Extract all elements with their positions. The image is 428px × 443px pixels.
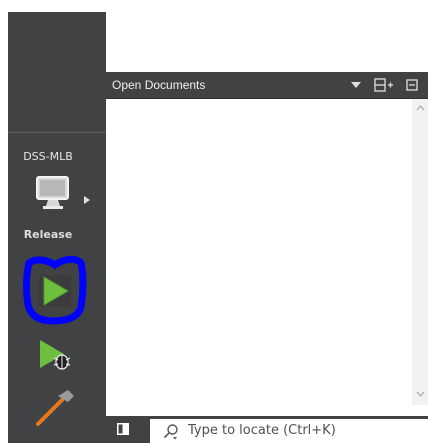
split-view-icon[interactable] xyxy=(374,78,394,92)
build-button[interactable] xyxy=(32,388,78,428)
locator-placeholder: Type to locate (Ctrl+K) xyxy=(188,423,336,438)
build-config-label: Release xyxy=(23,228,73,241)
run-icon xyxy=(23,255,87,325)
hammer-icon xyxy=(36,390,74,426)
debug-button[interactable] xyxy=(36,338,76,376)
bottom-status-bar: Type to locate (Ctrl+K) xyxy=(106,416,428,443)
chevron-right-icon xyxy=(84,196,90,204)
debug-icon xyxy=(40,340,71,370)
open-documents-title: Open Documents xyxy=(112,78,206,92)
sidebar-divider xyxy=(8,132,106,133)
open-documents-header: Open Documents xyxy=(106,72,428,99)
locator-input[interactable]: Type to locate (Ctrl+K) xyxy=(150,419,428,443)
monitor-icon xyxy=(36,176,69,209)
toggle-sidebar-icon[interactable] xyxy=(117,423,129,435)
scroll-up-icon[interactable] xyxy=(416,105,425,111)
open-documents-list[interactable] xyxy=(106,99,412,405)
close-pane-icon[interactable] xyxy=(406,79,418,91)
target-selector-button[interactable] xyxy=(34,173,72,213)
run-button[interactable] xyxy=(23,255,87,325)
kit-name-label: DSS-MLB xyxy=(23,150,73,163)
scroll-down-icon[interactable] xyxy=(416,391,425,397)
search-icon xyxy=(163,424,178,440)
dropdown-arrow-icon[interactable] xyxy=(351,82,361,89)
vertical-scrollbar[interactable] xyxy=(412,99,428,405)
